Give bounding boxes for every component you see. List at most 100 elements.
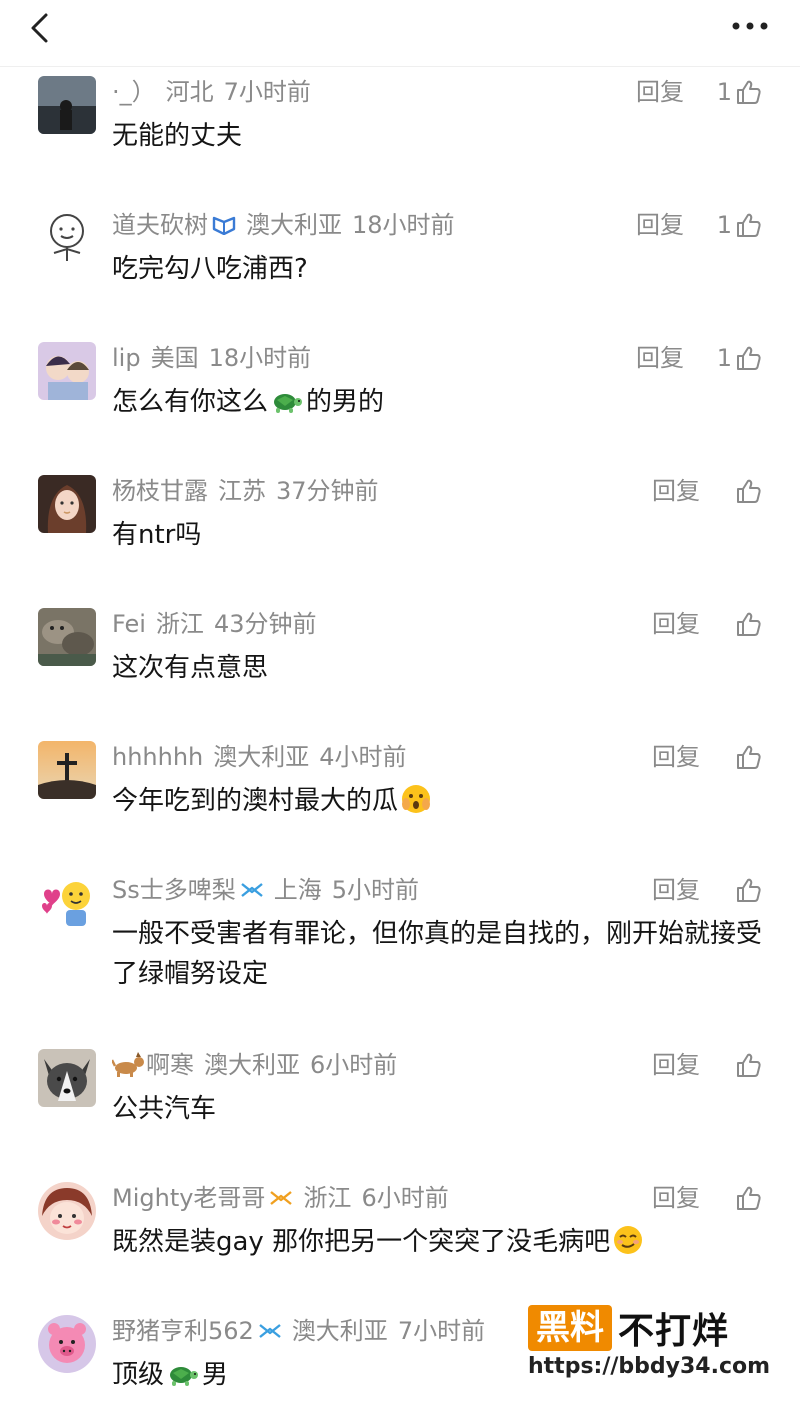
timestamp: 37分钟前	[276, 477, 379, 505]
comment-meta: hhhhhh 澳大利亚 4小时前	[112, 741, 417, 773]
reply-button[interactable]: 回复	[652, 1049, 700, 1081]
comment-meta: ·_） 河北 7小时前	[112, 76, 321, 108]
comment-text-part: 的男的	[306, 387, 385, 417]
location: 江苏	[218, 477, 266, 505]
avatar[interactable]	[38, 1049, 96, 1107]
comment-meta: 道夫砍树 澳大利亚 18小时前	[112, 209, 465, 241]
location: 浙江	[155, 610, 204, 638]
avatar[interactable]	[38, 1315, 96, 1373]
location: 澳大利亚	[246, 211, 342, 239]
like-button[interactable]	[732, 1182, 762, 1214]
watermark-url: https://bbdy34.com	[528, 1354, 771, 1379]
like-button[interactable]: 1	[717, 209, 762, 241]
location: 河北	[165, 78, 214, 106]
comment-text: 吃完勾八吃浦西?	[112, 254, 308, 284]
like-button[interactable]: 1	[717, 342, 762, 374]
reply-button[interactable]: 回复	[636, 209, 684, 241]
avatar[interactable]	[38, 342, 96, 400]
thumbs-up-icon	[737, 745, 761, 769]
reply-button[interactable]: 回复	[652, 475, 700, 507]
comment-text: 有ntr吗	[112, 520, 202, 550]
comment-text: 今年吃到的澳村最大的瓜	[112, 781, 767, 821]
like-button[interactable]: 1	[717, 76, 762, 108]
comment-text-part: 男	[202, 1360, 229, 1390]
username[interactable]: ·_）	[112, 78, 156, 106]
watermark-brand-text: 不打烊	[618, 1311, 730, 1352]
timestamp: 5小时前	[331, 876, 420, 904]
smirk-face-emoji-icon	[614, 1226, 643, 1254]
username[interactable]: hhhhhh	[112, 743, 203, 771]
more-dots-icon[interactable]	[728, 14, 772, 38]
turtle-emoji-icon	[274, 394, 303, 413]
reply-button[interactable]: 回复	[652, 1182, 700, 1214]
comment-text-part: 顶级	[112, 1360, 165, 1390]
comment-meta: Mighty老哥哥 浙江 6小时前	[112, 1182, 459, 1214]
thumbs-up-icon	[737, 612, 761, 636]
like-count: 1	[716, 344, 732, 372]
comment-text: 公共汽车	[112, 1094, 217, 1124]
avatar[interactable]	[38, 608, 96, 666]
location: 浙江	[303, 1184, 352, 1212]
username[interactable]: 道夫砍树	[112, 211, 208, 239]
timestamp: 7小时前	[397, 1317, 486, 1345]
comment-text: 无能的丈夫	[112, 121, 243, 151]
username[interactable]: 杨枝甘露	[112, 477, 208, 505]
timestamp: 7小时前	[223, 78, 311, 106]
comment-text-part: 怎么有你这么	[112, 387, 269, 417]
timestamp: 4小时前	[319, 743, 407, 771]
watermark: 黑料 不打烊 https://bbdy34.com	[528, 1304, 771, 1388]
like-button[interactable]	[732, 608, 762, 640]
thumbs-up-icon	[737, 80, 761, 104]
reply-button[interactable]: 回复	[636, 342, 684, 374]
username[interactable]: Ss士多啤梨	[112, 876, 236, 904]
thumbs-up-icon	[737, 346, 761, 370]
dog-emoji-icon	[110, 1052, 144, 1077]
reply-button[interactable]: 回复	[652, 874, 700, 906]
like-button[interactable]	[732, 1049, 762, 1081]
chevron-left-icon[interactable]	[24, 10, 60, 46]
thumbs-up-icon	[737, 1186, 761, 1210]
like-count: 1	[716, 211, 732, 239]
like-button[interactable]	[732, 475, 762, 507]
timestamp: 18小时前	[352, 211, 455, 239]
top-bar	[0, 0, 800, 67]
comment-meta: lip 美国 18小时前	[112, 342, 321, 374]
comment-meta: 杨枝甘露 江苏 37分钟前	[112, 475, 389, 507]
username[interactable]: lip	[112, 344, 141, 372]
avatar[interactable]	[38, 76, 96, 134]
thumbs-up-icon	[737, 213, 761, 237]
username[interactable]: 野猪亨利562	[112, 1317, 254, 1345]
watermark-brand-box: 黑料	[528, 1305, 612, 1351]
username[interactable]: 啊寒	[146, 1051, 194, 1079]
member-badge-icon	[270, 1191, 293, 1205]
thumbs-up-icon	[737, 1053, 761, 1077]
avatar[interactable]	[38, 874, 96, 932]
reply-button[interactable]: 回复	[652, 741, 700, 773]
username[interactable]: Mighty老哥哥	[112, 1184, 265, 1212]
timestamp: 6小时前	[310, 1051, 398, 1079]
avatar[interactable]	[38, 741, 96, 799]
like-count: 1	[716, 78, 732, 106]
timestamp: 6小时前	[361, 1184, 449, 1212]
comment-meta: Ss士多啤梨 上海 5小时前	[112, 874, 429, 906]
comment-text: 一般不受害者有罪论，但你真的是自找的，刚开始就接受了绿帽努设定	[112, 919, 763, 989]
avatar[interactable]	[38, 1182, 96, 1240]
reply-button[interactable]: 回复	[652, 608, 700, 640]
comment-meta: Fei 浙江 43分钟前	[112, 608, 326, 640]
comment-text-part: 既然是装gay 那你把另一个突突了没毛病吧	[112, 1227, 611, 1257]
location: 澳大利亚	[213, 743, 310, 771]
timestamp: 43分钟前	[213, 610, 317, 638]
comment-meta: 野猪亨利562 澳大利亚 7小时前	[112, 1315, 495, 1347]
avatar[interactable]	[38, 475, 96, 533]
timestamp: 18小时前	[208, 344, 312, 372]
shocked-face-emoji-icon	[402, 785, 431, 813]
member-badge-icon	[259, 1324, 281, 1338]
avatar[interactable]	[38, 209, 96, 267]
location: 上海	[273, 876, 322, 904]
comment-text-part: 今年吃到的澳村最大的瓜	[112, 786, 399, 816]
like-button[interactable]	[732, 741, 762, 773]
reply-button[interactable]: 回复	[636, 76, 684, 108]
like-button[interactable]	[732, 874, 762, 906]
turtle-emoji-icon	[170, 1367, 199, 1386]
username[interactable]: Fei	[112, 610, 146, 638]
